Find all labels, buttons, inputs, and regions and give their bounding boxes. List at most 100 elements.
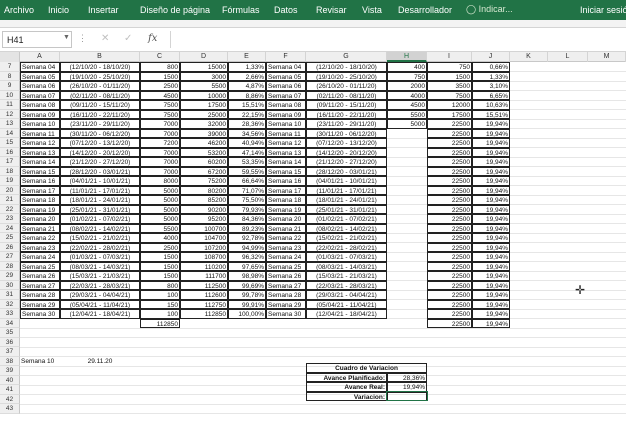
cell-a25[interactable]: Semana 22	[20, 233, 60, 243]
column-header-d[interactable]: D	[180, 52, 228, 62]
row-header-36[interactable]: 36	[0, 337, 20, 347]
row-header-11[interactable]: 11	[0, 100, 20, 110]
cell-g9[interactable]: (26/10/20 - 01/11/20)	[306, 81, 387, 91]
enter-icon[interactable]: ✓	[124, 33, 132, 44]
cell-i24[interactable]: 22500	[427, 223, 472, 233]
cell-b25[interactable]: (15/02/21 - 21/02/21)	[60, 233, 140, 243]
row-header-41[interactable]: 41	[0, 385, 20, 395]
row-header-17[interactable]: 17	[0, 157, 20, 167]
name-box[interactable]: H41	[2, 31, 72, 48]
cell-i33[interactable]: 22500	[427, 309, 472, 319]
cell-b20[interactable]: (11/01/21 - 17/01/21)	[60, 185, 140, 195]
cell-d12[interactable]: 25000	[180, 109, 228, 119]
cell-i19[interactable]: 22500	[427, 176, 472, 186]
cell-b38[interactable]: 29.11.20	[60, 357, 140, 367]
row-header-22[interactable]: 22	[0, 204, 20, 214]
tab-inicio[interactable]: Inicio	[48, 5, 69, 15]
cell-b8[interactable]: (19/10/20 - 25/10/20)	[60, 71, 140, 81]
row-header-39[interactable]: 39	[0, 366, 20, 376]
cell-j17[interactable]: 19,94%	[472, 157, 510, 167]
cell-e22[interactable]: 79,93%	[228, 204, 266, 214]
cell-b12[interactable]: (16/11/20 - 22/11/20)	[60, 109, 140, 119]
cell-g8[interactable]: (19/10/20 - 25/10/20)	[306, 71, 387, 81]
cell-a33[interactable]: Semana 30	[20, 309, 60, 319]
cell-c13[interactable]: 7000	[140, 119, 180, 129]
cell-a8[interactable]: Semana 05	[20, 71, 60, 81]
cell-c25[interactable]: 4000	[140, 233, 180, 243]
column-header-a[interactable]: A	[20, 52, 60, 62]
cell-c11[interactable]: 7500	[140, 100, 180, 110]
cell-e19[interactable]: 66,64%	[228, 176, 266, 186]
cell-h7[interactable]: 400	[387, 62, 427, 72]
cell-f21[interactable]: Semana 18	[266, 195, 306, 205]
cell-d10[interactable]: 10000	[180, 90, 228, 100]
cell-i25[interactable]: 22500	[427, 233, 472, 243]
cell-e28[interactable]: 97,65%	[228, 261, 266, 271]
cell-g19[interactable]: (04/01/21 - 10/01/21)	[306, 176, 387, 186]
cell-j30[interactable]: 19,94%	[472, 280, 510, 290]
cell-a7[interactable]: Semana 04	[20, 62, 60, 72]
cell-a9[interactable]: Semana 06	[20, 81, 60, 91]
cell-a28[interactable]: Semana 25	[20, 261, 60, 271]
cell-c31[interactable]: 100	[140, 290, 180, 300]
row-header-15[interactable]: 15	[0, 138, 20, 148]
cell-a26[interactable]: Semana 23	[20, 242, 60, 252]
cell-h13[interactable]: 5000	[387, 119, 427, 129]
cell-d17[interactable]: 60200	[180, 157, 228, 167]
cell-g27[interactable]: (01/03/21 - 07/03/21)	[306, 252, 387, 262]
cell-d9[interactable]: 5500	[180, 81, 228, 91]
cell-g33[interactable]: (12/04/21 - 18/04/21)	[306, 309, 387, 319]
cell-e25[interactable]: 92,78%	[228, 233, 266, 243]
cell-b10[interactable]: (02/11/20 - 08/11/20)	[60, 90, 140, 100]
cell-e33[interactable]: 100,00%	[228, 309, 266, 319]
row-header-10[interactable]: 10	[0, 90, 20, 100]
cell-c19[interactable]: 8000	[140, 176, 180, 186]
cancel-icon[interactable]: ✕	[101, 33, 109, 44]
cell-c12[interactable]: 7500	[140, 109, 180, 119]
cell-j32[interactable]: 19,94%	[472, 299, 510, 309]
cell-j10[interactable]: 6,65%	[472, 90, 510, 100]
cell-i26[interactable]: 22500	[427, 242, 472, 252]
cell-b30[interactable]: (22/03/21 - 28/03/21)	[60, 280, 140, 290]
cell-g14[interactable]: (30/11/20 - 06/12/20)	[306, 128, 387, 138]
cell-i28[interactable]: 22500	[427, 261, 472, 271]
cell-c32[interactable]: 150	[140, 299, 180, 309]
cell-d23[interactable]: 95200	[180, 214, 228, 224]
cell-b32[interactable]: (05/04/21 - 11/04/21)	[60, 299, 140, 309]
column-header-f[interactable]: F	[266, 52, 306, 62]
cell-a20[interactable]: Semana 17	[20, 185, 60, 195]
cell-a24[interactable]: Semana 21	[20, 223, 60, 233]
cell-j24[interactable]: 19,94%	[472, 223, 510, 233]
cell-f17[interactable]: Semana 14	[266, 157, 306, 167]
cell-f12[interactable]: Semana 09	[266, 109, 306, 119]
worksheet-grid[interactable]: A B C D E F G H I J K L M 7 Semana 04 (12/10/20 - 18/10…	[0, 52, 626, 428]
cell-i32[interactable]: 22500	[427, 299, 472, 309]
row-header-38[interactable]: 38	[0, 356, 20, 366]
cell-f13[interactable]: Semana 10	[266, 119, 306, 129]
column-header-b[interactable]: B	[60, 52, 140, 62]
row-header-8[interactable]: 8	[0, 71, 20, 81]
cell-g13[interactable]: (23/11/20 - 29/11/20)	[306, 119, 387, 129]
cell-a15[interactable]: Semana 12	[20, 138, 60, 148]
cell-c8[interactable]: 1500	[140, 71, 180, 81]
cell-f19[interactable]: Semana 16	[266, 176, 306, 186]
cell-e13[interactable]: 28,36%	[228, 119, 266, 129]
column-header-c[interactable]: C	[140, 52, 180, 62]
row-header-18[interactable]: 18	[0, 166, 20, 176]
row-header-26[interactable]: 26	[0, 242, 20, 252]
cell-j25[interactable]: 19,94%	[472, 233, 510, 243]
cell-d7[interactable]: 15000	[180, 62, 228, 72]
row-header-27[interactable]: 27	[0, 252, 20, 262]
cell-f28[interactable]: Semana 25	[266, 261, 306, 271]
cell-a14[interactable]: Semana 11	[20, 128, 60, 138]
cell-f24[interactable]: Semana 21	[266, 223, 306, 233]
cell-i7[interactable]: 750	[427, 62, 472, 72]
cell-d33[interactable]: 112850	[180, 309, 228, 319]
cell-e17[interactable]: 53,35%	[228, 157, 266, 167]
row-header-24[interactable]: 24	[0, 223, 20, 233]
column-header-k[interactable]: K	[510, 52, 548, 62]
cell-f29[interactable]: Semana 26	[266, 271, 306, 281]
cell-f16[interactable]: Semana 13	[266, 147, 306, 157]
cell-a12[interactable]: Semana 09	[20, 109, 60, 119]
cell-h12[interactable]: 5500	[387, 109, 427, 119]
